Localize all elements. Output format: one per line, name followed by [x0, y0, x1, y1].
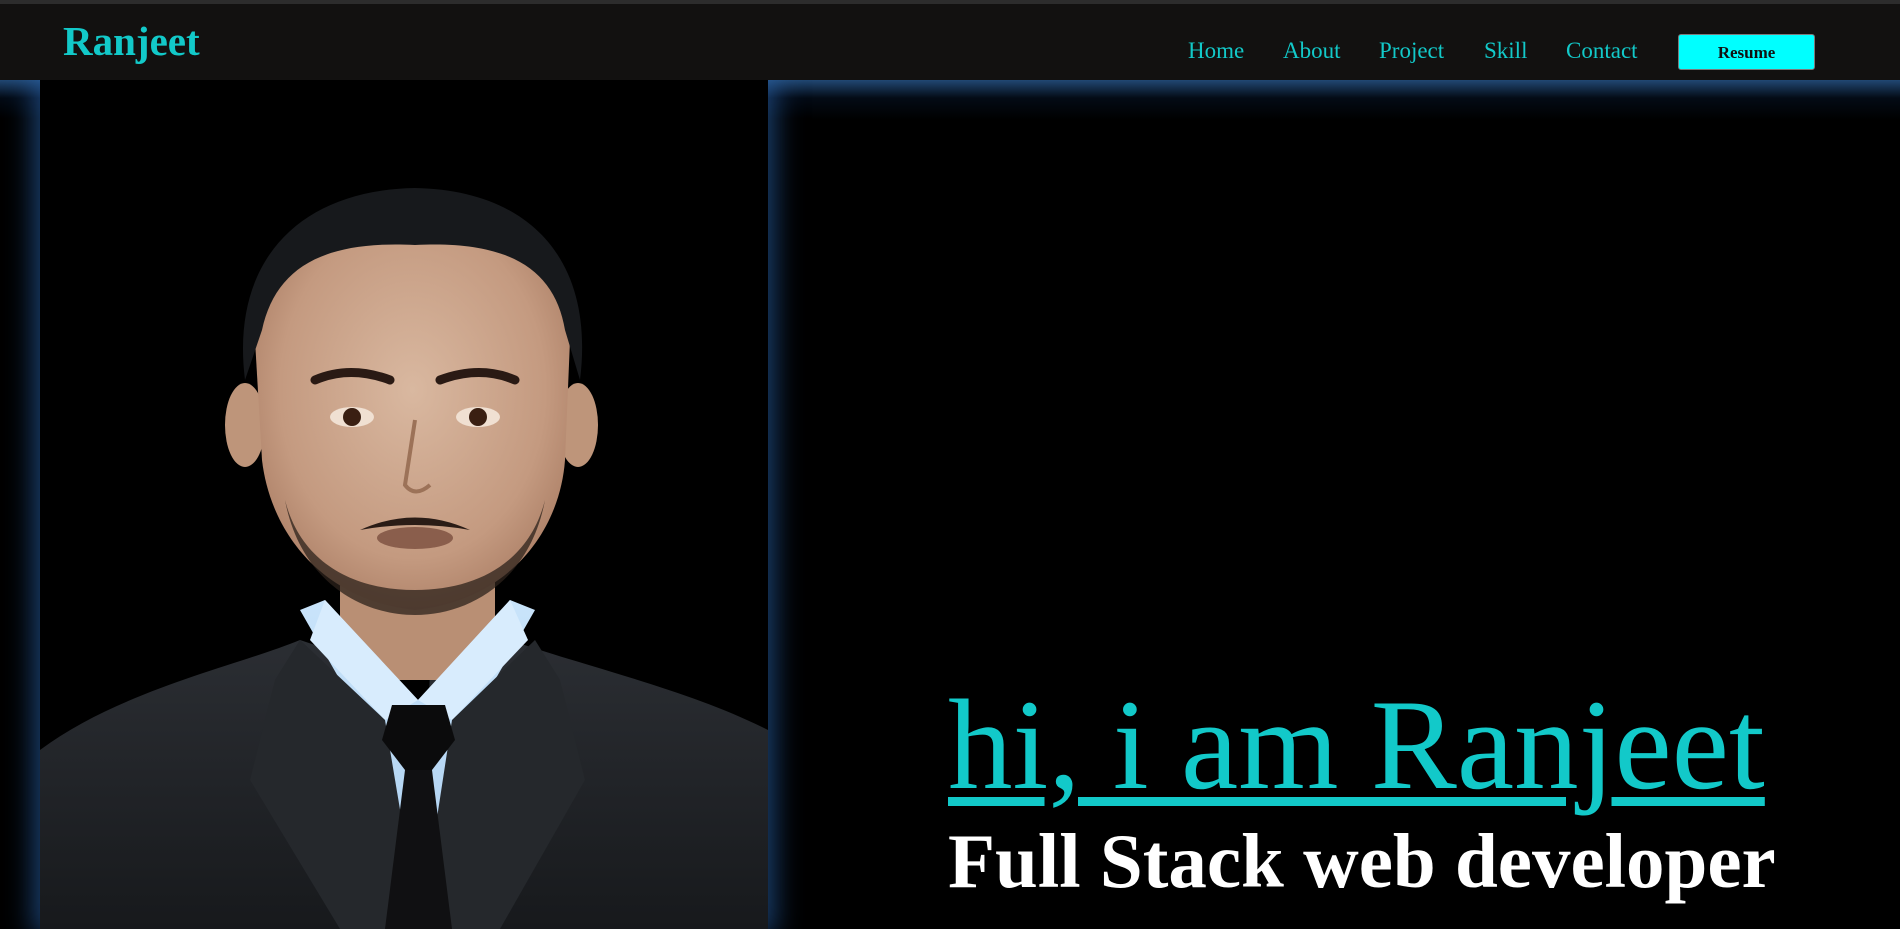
brand-logo[interactable]: Ranjeet: [63, 21, 200, 62]
navbar: Ranjeet Home About Project Skill Contact…: [0, 4, 1900, 80]
hero-greeting: hi, i am Ranjeet: [948, 673, 1765, 816]
profile-photo: [40, 80, 768, 929]
nav-link-skill[interactable]: Skill: [1484, 39, 1527, 62]
nav-link-about[interactable]: About: [1283, 39, 1341, 62]
nav-link-project[interactable]: Project: [1379, 39, 1444, 62]
hero-section: hi, i am Ranjeet Full Stack web develope…: [0, 80, 1900, 929]
nav-link-home[interactable]: Home: [1188, 39, 1244, 62]
hero-role: Full Stack web developer: [948, 818, 1776, 904]
resume-button[interactable]: Resume: [1678, 34, 1815, 70]
nav-link-contact[interactable]: Contact: [1566, 39, 1638, 62]
profile-photo-illustration: [40, 80, 768, 929]
